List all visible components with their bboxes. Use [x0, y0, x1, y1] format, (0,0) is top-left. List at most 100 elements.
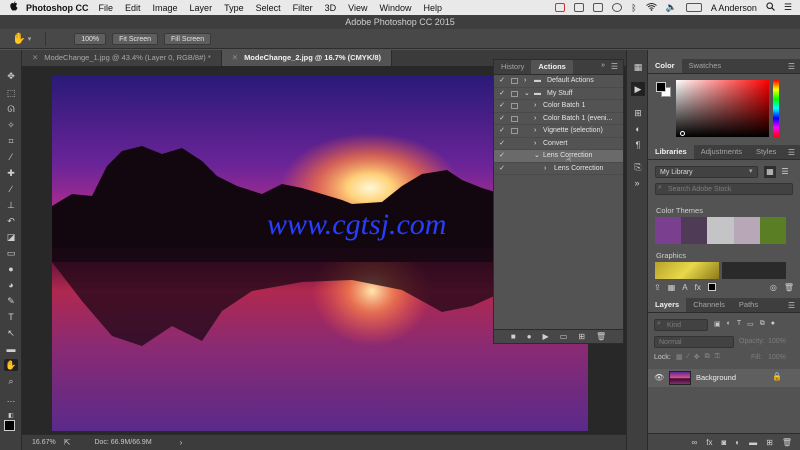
chevron-down-icon[interactable]: ▾: [749, 167, 753, 175]
toggle-check[interactable]: ✓: [498, 138, 506, 150]
chevron-right-icon[interactable]: ›: [180, 438, 183, 447]
fill-value[interactable]: 100%: [768, 354, 786, 361]
wifi-icon[interactable]: [645, 2, 657, 13]
grid-view-icon[interactable]: ▦: [764, 166, 776, 178]
panel-menu-icon[interactable]: ☰: [611, 62, 618, 71]
export-icon[interactable]: ⇱: [64, 438, 71, 447]
add-mask-icon[interactable]: ◙: [721, 438, 726, 447]
dodge-tool-icon[interactable]: ◕: [4, 279, 18, 291]
panel-menu-icon[interactable]: ☰: [788, 62, 795, 71]
history-panel-icon[interactable]: ▦: [631, 60, 645, 74]
new-layer-icon[interactable]: ⊞: [766, 438, 773, 447]
pen-tool-icon[interactable]: ✎: [4, 295, 18, 307]
notification-center-icon[interactable]: ☰: [784, 2, 792, 13]
tab-channels[interactable]: Channels: [686, 298, 732, 312]
close-tab-icon[interactable]: ✕: [32, 53, 38, 62]
chevron-right-icon[interactable]: ›: [534, 125, 536, 137]
menu-edit[interactable]: Edit: [125, 3, 141, 13]
delete-icon[interactable]: 🗑: [596, 332, 606, 341]
foreground-color-swatch[interactable]: [656, 82, 666, 92]
collapse-icon[interactable]: »: [601, 62, 605, 69]
zoom-100-button[interactable]: 100%: [74, 32, 107, 45]
history-brush-tool-icon[interactable]: ↶: [4, 215, 18, 227]
add-graphic-icon[interactable]: ▦: [668, 283, 676, 292]
graphic-thumbnail[interactable]: [722, 262, 786, 279]
list-view-icon[interactable]: ☰: [779, 166, 791, 178]
gradient-tool-icon[interactable]: ▭: [4, 247, 18, 259]
healing-brush-tool-icon[interactable]: ✚: [4, 167, 18, 179]
volume-icon[interactable]: 🔈: [666, 2, 677, 13]
menu-3d[interactable]: 3D: [325, 3, 337, 13]
tab-history[interactable]: History: [494, 60, 531, 74]
bluetooth-icon[interactable]: ᛒ: [631, 3, 636, 13]
toggle-check[interactable]: ✓: [498, 88, 506, 100]
magic-wand-tool-icon[interactable]: ✧: [4, 119, 18, 131]
filter-type-icon[interactable]: T: [737, 320, 741, 331]
move-tool-icon[interactable]: ✥: [4, 70, 18, 82]
menu-filter[interactable]: Filter: [293, 3, 313, 13]
stock-search-input[interactable]: Search Adobe Stock: [655, 183, 793, 195]
chevron-down-icon[interactable]: ▾: [28, 35, 32, 43]
fill-screen-button[interactable]: Fill Screen: [164, 32, 212, 45]
chevron-right-icon[interactable]: ›: [524, 75, 526, 87]
lock-transparent-icon[interactable]: ▦: [676, 353, 683, 363]
chevron-right-icon[interactable]: ›: [534, 113, 536, 125]
eyedropper-tool-icon[interactable]: ⁄: [4, 151, 18, 163]
adjustment-layer-icon[interactable]: ◐: [735, 438, 740, 447]
clone-stamp-tool-icon[interactable]: ⊥: [4, 199, 18, 211]
lock-artboard-icon[interactable]: ⧉: [705, 353, 710, 363]
crop-tool-icon[interactable]: ⌗: [4, 135, 18, 147]
menu-layer[interactable]: Layer: [190, 3, 213, 13]
color-picker-handle[interactable]: [680, 131, 685, 136]
tab-styles[interactable]: Styles: [749, 145, 783, 159]
chevron-right-icon[interactable]: ›: [544, 163, 546, 175]
layer-name[interactable]: Background: [696, 373, 736, 382]
app-name-menu[interactable]: Photoshop CC: [26, 3, 89, 13]
panel-collapse-icon[interactable]: »: [630, 176, 644, 190]
lock-image-icon[interactable]: ∕: [688, 353, 689, 363]
menu-image[interactable]: Image: [153, 3, 178, 13]
action-set-my-stuff[interactable]: ✓ ⌄ ▬ My Stuff: [494, 88, 623, 100]
foreground-color-swatch[interactable]: [4, 420, 15, 431]
menu-help[interactable]: Help: [423, 3, 442, 13]
cc-sync-icon[interactable]: ◎: [770, 283, 777, 292]
color-theme-swatches[interactable]: [655, 217, 787, 244]
toggle-check[interactable]: ✓: [498, 75, 506, 87]
screen-icon[interactable]: [574, 3, 585, 12]
new-set-icon[interactable]: ▭: [560, 332, 568, 341]
fit-screen-button[interactable]: Fit Screen: [112, 32, 159, 45]
layer-style-icon[interactable]: fx: [706, 438, 712, 447]
edit-toolbar-icon[interactable]: …: [4, 393, 18, 405]
blur-tool-icon[interactable]: ●: [4, 263, 18, 275]
chevron-right-icon[interactable]: ›: [534, 138, 536, 150]
tab-modechange-2[interactable]: ✕ ModeChange_2.jpg @ 16.7% (CMYK/8): [221, 50, 392, 66]
tab-paths[interactable]: Paths: [732, 298, 765, 312]
action-color-batch-1-evening[interactable]: ✓ › Color Batch 1 (eveni...: [494, 113, 623, 125]
action-convert[interactable]: ✓ › Convert: [494, 138, 623, 150]
panel-menu-icon[interactable]: ☰: [788, 301, 795, 310]
action-lens-correction[interactable]: ✓ ⌄ Lens Correction ☝: [494, 150, 623, 163]
tool-presets-icon[interactable]: ⎘: [631, 160, 645, 174]
hand-tool-preset-icon[interactable]: ✋: [12, 32, 26, 45]
toggle-check[interactable]: ✓: [498, 163, 506, 175]
hand-tool-icon[interactable]: ✋: [4, 359, 18, 371]
menu-select[interactable]: Select: [256, 3, 281, 13]
lock-position-icon[interactable]: ✥: [694, 353, 700, 363]
tab-adjustments[interactable]: Adjustments: [694, 145, 749, 159]
marquee-tool-icon[interactable]: ⬚: [4, 87, 18, 99]
toggle-check[interactable]: ✓: [498, 113, 506, 125]
layer-filter-kind[interactable]: Kind: [654, 319, 708, 331]
filter-smart-object-icon[interactable]: ⧉: [760, 320, 765, 331]
panel-menu-icon[interactable]: ☰: [788, 148, 795, 157]
lasso-tool-icon[interactable]: ᘏ: [4, 103, 18, 115]
toggle-check[interactable]: ✓: [498, 125, 506, 137]
stop-recording-icon[interactable]: ■: [511, 332, 516, 341]
dialog-toggle-icon[interactable]: [511, 78, 518, 84]
dialog-toggle-icon[interactable]: [511, 115, 518, 122]
spotlight-icon[interactable]: [766, 2, 775, 13]
menu-file[interactable]: File: [99, 3, 114, 13]
record-icon[interactable]: ●: [527, 332, 532, 341]
clock-icon[interactable]: [612, 3, 623, 12]
menu-window[interactable]: Window: [379, 3, 411, 13]
apple-icon[interactable]: [6, 1, 20, 14]
